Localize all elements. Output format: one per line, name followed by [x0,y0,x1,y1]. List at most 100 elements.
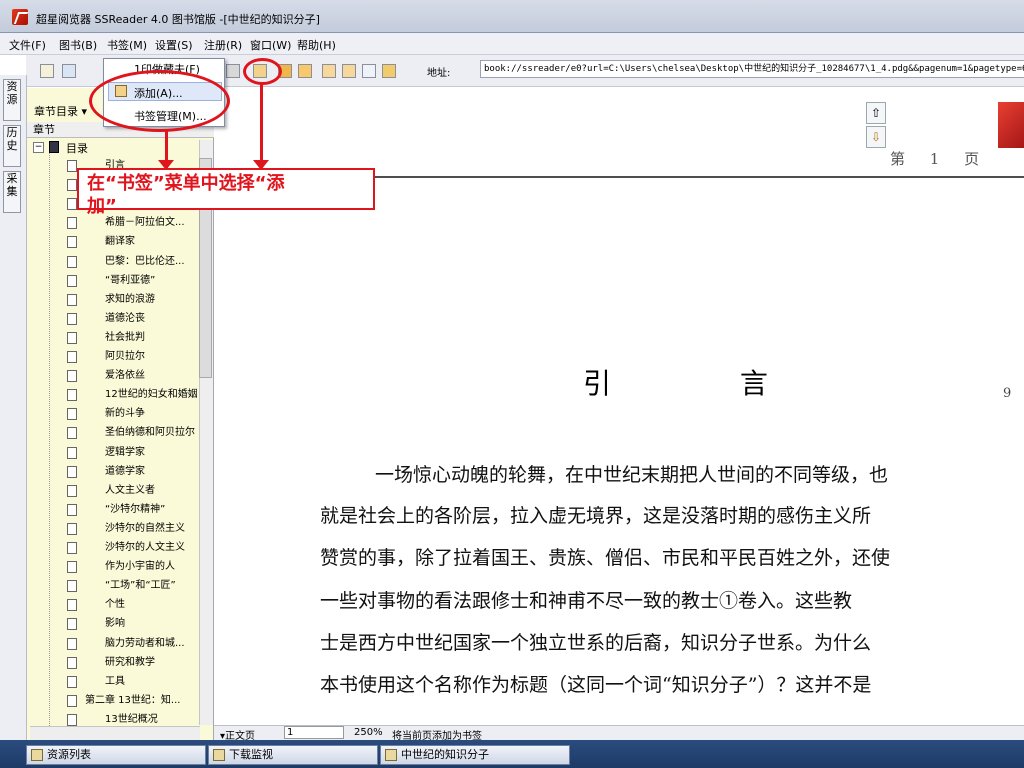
paragraph-line: 赞赏的事，除了拉着国王、贵族、僧侣、市民和平民百姓之外，还使 [320,547,891,569]
toolbar-text-icon[interactable] [298,64,312,78]
chapter-tree-item-label: 道德学家 [105,465,145,477]
page-up-button[interactable]: ⇧ [866,102,886,124]
chapter-tree-item[interactable]: 圣伯纳德和阿贝拉尔 [67,425,197,441]
chapter-tree-item[interactable]: 翻译家 [67,234,197,250]
page-down-button[interactable]: ⇩ [866,126,886,148]
taskbar-download-monitor[interactable]: 下载监视 [208,745,378,765]
paragraph-line: 本书使用这个名称作为标题（这同一个词“知识分子”）？这并不是 [320,674,872,696]
menu-file[interactable]: 文件(F) [9,37,46,53]
side-tab-strip: 资源 历史 采集 [0,75,27,740]
first-page-icon[interactable] [322,64,336,78]
annotation-ellipse-toolbar [243,58,282,85]
chapter-tree-item[interactable]: 巴黎：巴比伦还... [67,254,197,270]
chapter-tree-item-label: 工具 [105,675,125,687]
chapter-tree-item-label: 研究和教学 [105,656,155,668]
annotation-ellipse-menu [89,70,230,132]
app-logo-icon [12,9,28,25]
chapter-tree-item[interactable]: 社会批判 [67,330,197,346]
publisher-logo [998,102,1024,148]
chapter-tree-item-label: 第二章 13世纪：知... [85,694,181,706]
chapter-tree-item-label: 沙特尔的人文主义 [105,542,185,553]
chapter-tree-item-label: 希腊－阿拉伯文... [105,217,185,229]
toolbar-back-icon[interactable] [62,64,76,78]
annotation-callout: 在“书签”菜单中选择“添 [77,168,375,210]
tree-root-label[interactable]: 目录 [66,140,88,156]
chapter-tree-item-label: 人文主义者 [105,484,155,496]
annotation-callout-text: 在“书签”菜单中选择“添 [87,173,285,194]
annotation-callout-text-2: 加” [87,196,117,217]
chapter-dropdown[interactable]: 章节目录 ▾ [34,103,87,119]
side-tab-resources[interactable]: 资源 [3,79,21,121]
chapter-tree-item-label: “哥利亚德” [105,274,156,286]
chapter-tree-item[interactable]: 道德学家 [67,464,197,480]
page-down-icon[interactable] [382,64,396,78]
paragraph-line: 一些对事物的看法跟修士和神甫不尽一致的教士①卷入。这些教 [320,590,853,612]
page-up-icon[interactable] [362,64,376,78]
menu-book[interactable]: 图书(B) [59,37,97,53]
chapter-tree-item-label: 巴黎：巴比伦还... [105,255,185,267]
chapter-tree-item[interactable]: 爱洛依丝 [67,368,197,384]
taskbar-resource-list[interactable]: 资源列表 [26,745,206,765]
last-page-icon[interactable] [342,64,356,78]
chapter-tree-item[interactable]: 第二章 13世纪：知... [67,693,197,709]
chapter-tree-item-label: 翻译家 [105,236,135,248]
chapter-tree-item-label: 阿贝拉尔 [105,351,145,362]
menu-settings[interactable]: 设置(S) [155,37,193,53]
chapter-tree-item[interactable]: 新的斗争 [67,406,197,422]
chapter-tree-item[interactable]: 个性 [67,597,197,613]
chapter-tree-item-label: 沙特尔的自然主义 [105,522,185,534]
chapter-title: 引 言 [583,367,828,400]
tree-collapse-icon[interactable]: − [33,142,44,153]
chapter-tree-item[interactable]: 沙特尔的自然主义 [67,521,197,537]
taskbar-book-window[interactable]: 中世纪的知识分子 [380,745,570,765]
chapter-tree-item[interactable]: 工具 [67,674,197,690]
paragraph-line: 就是社会上的各阶层，拉入虚无境界，这是没落时期的感伤主义所 [320,505,872,527]
paragraph-line: 士是西方中世纪国家一个独立世系的后裔，知识分子世系。为什么 [320,632,872,654]
chapter-tree-item[interactable]: “哥利亚德” [67,273,197,289]
chapter-tree-item[interactable]: 作为小宇宙的人 [67,559,197,575]
toolbar-home-icon[interactable] [40,64,54,78]
chapter-hscrollbar[interactable] [30,726,200,741]
page-header: 第 1 页 [890,150,990,168]
menu-bookmark[interactable]: 书签(M) [107,37,147,53]
chapter-tree-item[interactable]: “沙特尔精神” [67,502,197,518]
chapter-tree-item-label: 逻辑学家 [105,446,145,458]
chapter-tree-item-label: 求知的浪游 [105,293,155,305]
chapter-tree-item-label: 脑力劳动者和城... [105,637,185,649]
page-number-input[interactable]: 1 [284,726,344,739]
chapter-tree-item-label: “沙特尔精神” [105,503,166,515]
reader-status-bar: ▾正文页 1 250% 将当前页添加为书签 [214,725,1024,742]
menu-register[interactable]: 注册(R) [204,37,242,53]
chapter-tree-item-label: 圣伯纳德和阿贝拉尔 [105,427,195,439]
chapter-tree-item[interactable]: 求知的浪游 [67,292,197,308]
chapter-tree-item-label: 社会批判 [105,331,145,343]
chapter-tree-item[interactable]: 道德沦丧 [67,311,197,327]
book-icon [49,141,59,153]
chapter-tree-item[interactable]: “工场”和“工匠” [67,578,197,594]
chapter-tree-item[interactable]: 逻辑学家 [67,445,197,461]
title-bar: 超星阅览器 SSReader 4.0 图书馆版 -[中世纪的知识分子] [0,0,1024,33]
chapter-tree-item[interactable]: 沙特尔的人文主义 [67,540,197,556]
chapter-tree-item-label: 新的斗争 [105,408,145,420]
address-label: 地址: [427,68,451,79]
chapter-tree-item[interactable]: 脑力劳动者和城... [67,636,197,652]
menu-bar: 文件(F) 图书(B) 书签(M) 设置(S) 注册(R) 窗口(W) 帮助(H… [0,33,1024,55]
chapter-tree-item[interactable]: 研究和教学 [67,655,197,671]
menu-window[interactable]: 窗口(W) [250,37,291,53]
side-tab-collect[interactable]: 采集 [3,171,21,213]
chapter-tree-item-label: 爱洛依丝 [105,370,145,382]
side-tab-history[interactable]: 历史 [3,125,21,167]
chapter-tree-item[interactable]: 阿贝拉尔 [67,349,197,365]
chapter-tree-item-label: 12世纪的妇女和婚姻 [105,389,197,401]
address-input[interactable]: book://ssreader/e0?url=C:\Users\chelsea\… [480,60,1024,78]
toolbar-zoom-icon[interactable] [226,64,240,78]
menu-help[interactable]: 帮助(H) [297,37,336,53]
zoom-select[interactable]: 250% [354,727,383,738]
chapter-tree-item-label: 作为小宇宙的人 [105,561,175,573]
chapter-tree-item[interactable]: 人文主义者 [67,483,197,499]
side-page-number: 9 [1003,386,1012,401]
chapter-tree-item[interactable]: 12世纪的妇女和婚姻 [67,387,197,403]
window-title: 超星阅览器 SSReader 4.0 图书馆版 -[中世纪的知识分子] [36,13,320,26]
tree-connector [49,150,50,728]
chapter-tree-item[interactable]: 影响 [67,616,197,632]
